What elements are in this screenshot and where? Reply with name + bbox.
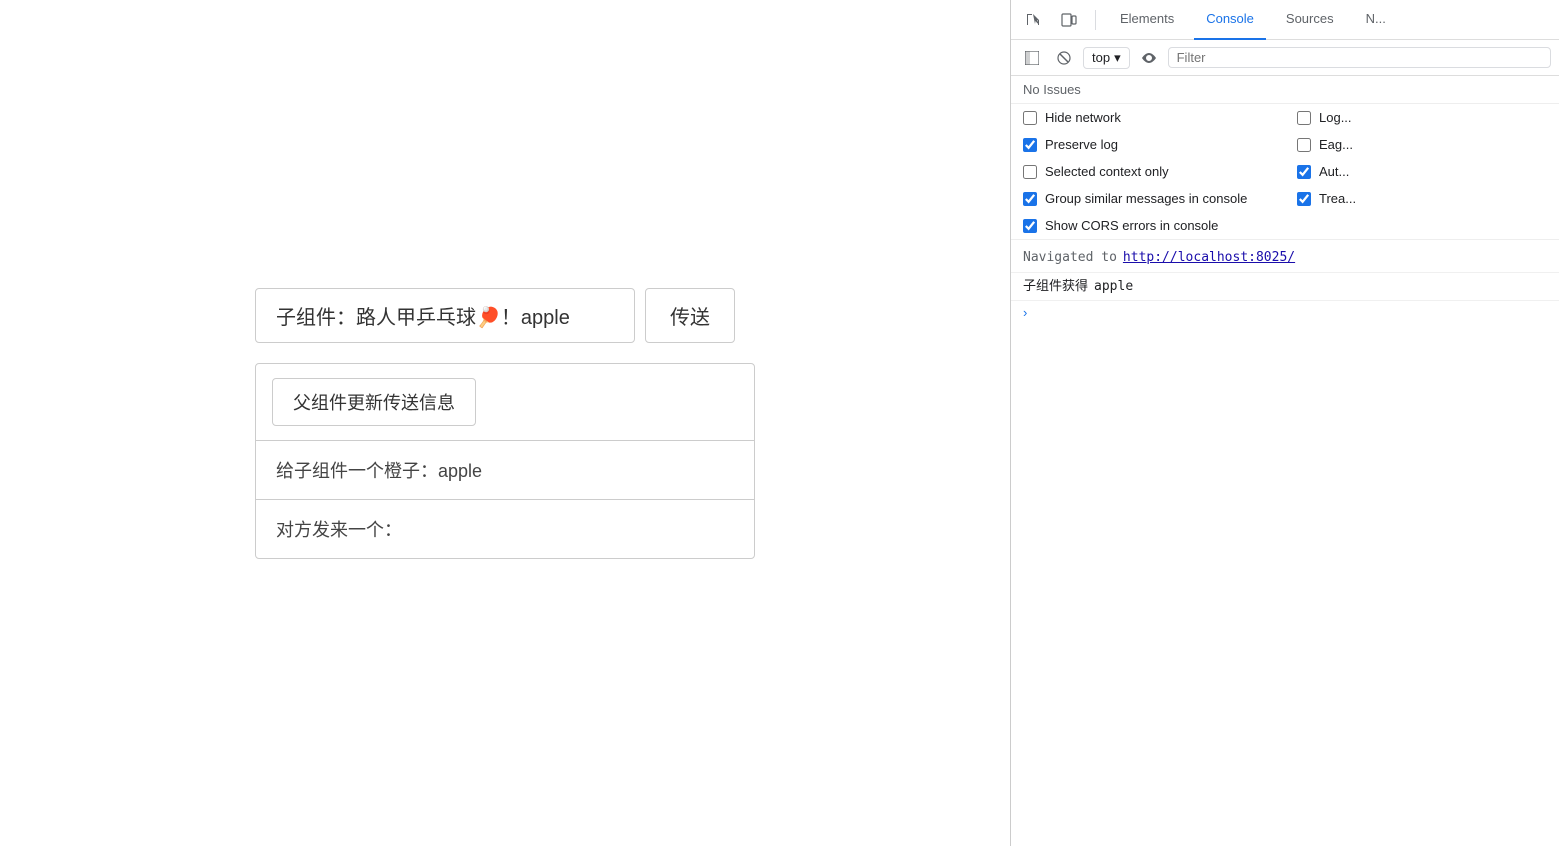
filter-input[interactable] bbox=[1168, 47, 1551, 68]
chevron-down-icon: ▾ bbox=[1114, 50, 1121, 66]
console-output: Navigated to http://localhost:8025/ 子组件获… bbox=[1011, 240, 1559, 846]
console-prompt-row[interactable]: › bbox=[1011, 301, 1559, 324]
log-checkbox[interactable] bbox=[1297, 111, 1311, 125]
navigated-prefix: Navigated to bbox=[1023, 248, 1117, 268]
cors-checkbox[interactable] bbox=[1023, 219, 1037, 233]
checkbox-preserve-log: Preserve log bbox=[1011, 131, 1285, 158]
cors-label: Show CORS errors in console bbox=[1045, 218, 1218, 233]
aut-label: Aut... bbox=[1319, 164, 1349, 179]
child-value: 路人甲乒乓球🏓！apple bbox=[356, 307, 570, 329]
navigated-link[interactable]: http://localhost:8025/ bbox=[1123, 248, 1295, 268]
group-similar-label: Group similar messages in console bbox=[1045, 191, 1247, 206]
selected-context-label: Selected context only bbox=[1045, 164, 1169, 179]
child-component-row: 子组件：路人甲乒乓球🏓！apple 传送 bbox=[255, 288, 735, 343]
treat-label: Trea... bbox=[1319, 191, 1356, 206]
child-label: 子组件： bbox=[276, 307, 356, 329]
treat-checkbox[interactable] bbox=[1297, 192, 1311, 206]
checkboxes-panel: Hide network Log... Preserve log Eag... … bbox=[1011, 104, 1559, 240]
top-context-dropdown[interactable]: top ▾ bbox=[1083, 47, 1130, 69]
send-button[interactable]: 传送 bbox=[645, 288, 735, 343]
eager-checkbox[interactable] bbox=[1297, 138, 1311, 152]
divider-1 bbox=[1095, 10, 1096, 30]
parent-orange-value: apple bbox=[438, 461, 482, 481]
selected-context-checkbox[interactable] bbox=[1023, 165, 1037, 179]
hide-network-label: Hide network bbox=[1045, 110, 1121, 125]
sidebar-toggle-icon[interactable] bbox=[1019, 45, 1045, 71]
checkbox-hide-network: Hide network bbox=[1011, 104, 1285, 131]
aut-checkbox[interactable] bbox=[1297, 165, 1311, 179]
tab-more[interactable]: N... bbox=[1354, 0, 1398, 40]
group-similar-checkbox[interactable] bbox=[1023, 192, 1037, 206]
console-navigated-line: Navigated to http://localhost:8025/ bbox=[1011, 244, 1559, 273]
inspect-element-icon[interactable] bbox=[1019, 6, 1047, 34]
child-input-display: 子组件：路人甲乒乓球🏓！apple bbox=[255, 288, 635, 343]
eye-icon[interactable] bbox=[1136, 45, 1162, 71]
log-label: Log... bbox=[1319, 110, 1352, 125]
tab-console[interactable]: Console bbox=[1194, 0, 1266, 40]
console-chevron-icon: › bbox=[1023, 305, 1027, 320]
device-toolbar-icon[interactable] bbox=[1055, 6, 1083, 34]
parent-receive-row: 对方发来一个： bbox=[256, 500, 754, 558]
checkbox-cors: Show CORS errors in console bbox=[1011, 212, 1285, 239]
checkbox-treat: Trea... bbox=[1285, 185, 1559, 212]
preserve-log-label: Preserve log bbox=[1045, 137, 1118, 152]
parent-info-row: 给子组件一个橙子：apple bbox=[256, 441, 754, 500]
eager-label: Eag... bbox=[1319, 137, 1353, 152]
checkbox-group-similar: Group similar messages in console bbox=[1011, 185, 1285, 212]
parent-update-button[interactable]: 父组件更新传送信息 bbox=[272, 378, 476, 426]
parent-orange-label: 给子组件一个橙子： bbox=[276, 461, 438, 481]
main-content: 子组件：路人甲乒乓球🏓！apple 传送 父组件更新传送信息 给子组件一个橙子：… bbox=[255, 288, 755, 559]
tab-elements[interactable]: Elements bbox=[1108, 0, 1186, 40]
parent-component-box: 父组件更新传送信息 给子组件一个橙子：apple 对方发来一个： bbox=[255, 363, 755, 559]
log-label-text: 子组件获得 bbox=[1023, 277, 1088, 297]
checkbox-log: Log... bbox=[1285, 104, 1559, 131]
devtools-panel: Elements Console Sources N... top ▾ bbox=[1010, 0, 1559, 846]
console-log-line: 子组件获得 apple bbox=[1011, 273, 1559, 302]
parent-update-btn-row: 父组件更新传送信息 bbox=[256, 364, 754, 441]
checkbox-selected-context: Selected context only bbox=[1011, 158, 1285, 185]
devtools-topbar: Elements Console Sources N... bbox=[1011, 0, 1559, 40]
clear-console-icon[interactable] bbox=[1051, 45, 1077, 71]
tab-sources[interactable]: Sources bbox=[1274, 0, 1346, 40]
checkbox-aut: Aut... bbox=[1285, 158, 1559, 185]
parent-receive-label: 对方发来一个： bbox=[276, 520, 402, 540]
devtools-toolbar: top ▾ bbox=[1011, 40, 1559, 76]
preserve-log-checkbox[interactable] bbox=[1023, 138, 1037, 152]
checkbox-eager: Eag... bbox=[1285, 131, 1559, 158]
log-value-text: apple bbox=[1094, 277, 1133, 297]
left-panel: 子组件：路人甲乒乓球🏓！apple 传送 父组件更新传送信息 给子组件一个橙子：… bbox=[0, 0, 1010, 846]
hide-network-checkbox[interactable] bbox=[1023, 111, 1037, 125]
no-issues-bar: No Issues bbox=[1011, 76, 1559, 104]
top-label: top bbox=[1092, 50, 1110, 65]
